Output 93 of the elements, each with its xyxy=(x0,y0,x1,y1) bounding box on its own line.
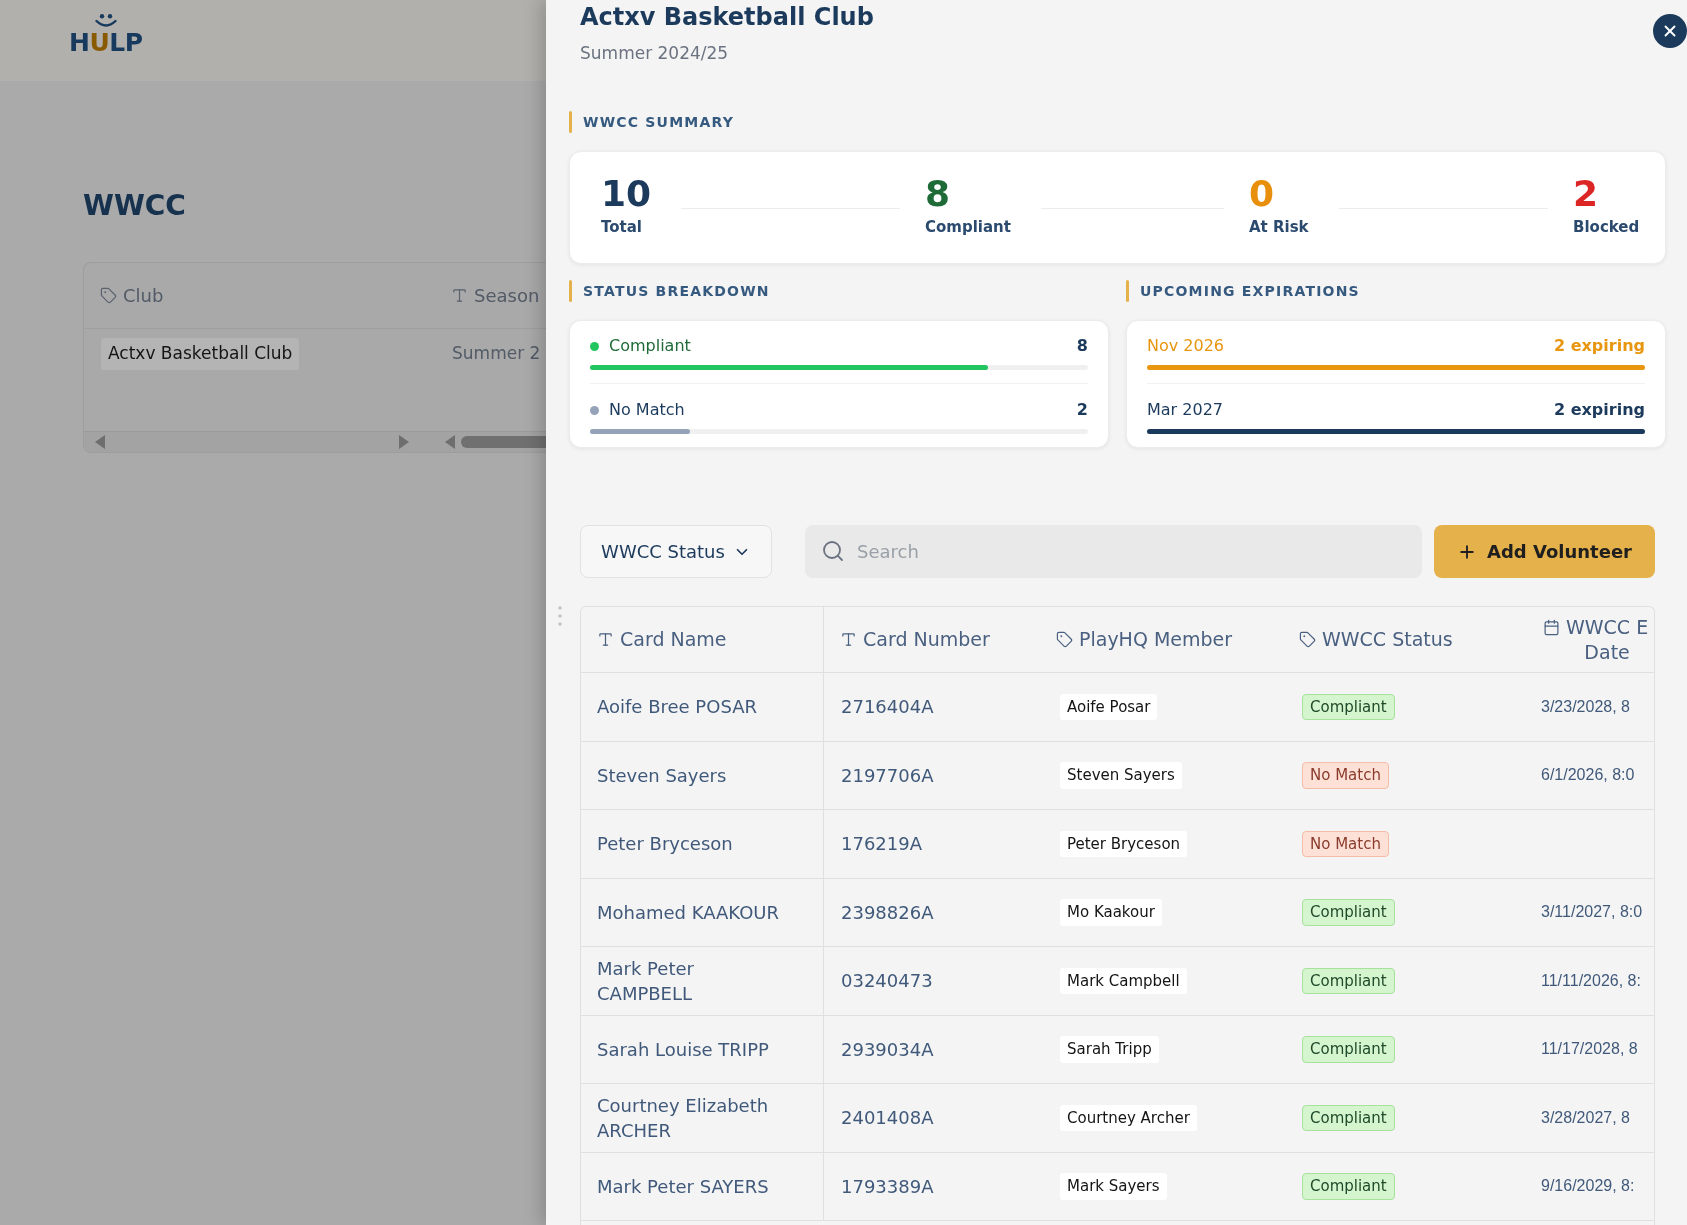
status-badge: No Match xyxy=(1302,762,1389,789)
card-number: 03240473 xyxy=(841,969,933,994)
card-number: 2401408A xyxy=(841,1106,934,1131)
club-chip: Actxv Basketball Club xyxy=(101,338,300,370)
status-count: 8 xyxy=(1076,335,1088,357)
expiring-count: 2 expiring xyxy=(1553,399,1645,421)
expiry-date: 3/11/2027, 8:0 xyxy=(1541,902,1643,923)
status-badge: Compliant xyxy=(1302,899,1395,926)
letter-t-icon xyxy=(451,287,468,304)
section-heading: STATUS BREAKDOWN xyxy=(583,281,770,301)
accent-bar xyxy=(1126,280,1129,302)
drawer-subtitle: Summer 2024/25 xyxy=(580,42,730,65)
tag-icon xyxy=(1056,631,1073,648)
stat-value: 0 xyxy=(1249,174,1275,214)
season-text: Summer 2 xyxy=(452,343,541,363)
scrollbar-thumb[interactable] xyxy=(461,436,546,448)
member-chip: Courtney Archer xyxy=(1060,1104,1197,1131)
expiry-date: 11/17/2028, 8 xyxy=(1541,1039,1638,1060)
column-header: WWCC E Date xyxy=(1566,614,1649,665)
stat-label: Blocked xyxy=(1573,217,1640,237)
page-title: WWCC xyxy=(83,189,187,223)
card-number: 2939034A xyxy=(841,1037,934,1062)
expiry-date: 3/23/2028, 8 xyxy=(1541,696,1630,717)
card-number: 2716404A xyxy=(841,695,934,720)
card-name: Mark Peter CAMPBELL xyxy=(597,956,695,1006)
tag-icon xyxy=(1299,631,1316,648)
expiring-count: 2 expiring xyxy=(1553,335,1645,357)
card-name: Mohamed KAAKOUR xyxy=(597,900,780,925)
accent-bar xyxy=(569,280,572,302)
calendar-icon xyxy=(1543,618,1560,636)
drag-handle-icon[interactable] xyxy=(558,606,562,626)
card-number: 2398826A xyxy=(841,900,934,925)
expiry-date: 9/16/2029, 8: xyxy=(1541,1176,1635,1197)
status-badge: Compliant xyxy=(1302,1036,1395,1063)
card-name: Courtney Elizabeth ARCHER xyxy=(597,1093,770,1143)
letter-t-icon xyxy=(840,631,857,648)
card-number: 2197706A xyxy=(841,763,934,788)
status-label: Compliant xyxy=(609,335,691,357)
member-chip: Mark Campbell xyxy=(1060,967,1187,994)
status-badge: Compliant xyxy=(1302,967,1395,994)
add-volunteer-button[interactable]: Add Volunteer xyxy=(1434,525,1655,578)
card-name: Mark Peter SAYERS xyxy=(597,1174,769,1199)
drawer-title: Actxv Basketball Club xyxy=(580,2,875,32)
column-header: Season xyxy=(474,284,540,308)
triangle-left-icon[interactable] xyxy=(95,435,105,449)
card-number: 1793389A xyxy=(841,1174,934,1199)
logo-wordmark: HULP xyxy=(69,30,143,56)
search-field[interactable]: Search xyxy=(805,525,1422,578)
member-chip: Mo Kaakour xyxy=(1060,899,1162,926)
column-header: Card Name xyxy=(620,627,727,652)
card-name: Aoife Bree POSAR xyxy=(597,695,757,720)
stat-label: Total xyxy=(601,217,642,237)
column-header: PlayHQ Member xyxy=(1079,627,1233,652)
card-name: Steven Sayers xyxy=(597,763,727,788)
stat-value: 8 xyxy=(925,174,951,214)
accent-bar xyxy=(569,111,572,133)
card-number: 176219A xyxy=(841,832,923,857)
search-icon xyxy=(821,539,845,563)
column-header: Club xyxy=(123,284,164,308)
triangle-right-icon[interactable] xyxy=(399,435,409,449)
member-chip: Sarah Tripp xyxy=(1060,1036,1159,1063)
close-icon xyxy=(1661,22,1679,40)
section-heading: UPCOMING EXPIRATIONS xyxy=(1140,281,1360,301)
section-heading: WWCC SUMMARY xyxy=(583,112,734,132)
stat-value: 2 xyxy=(1573,174,1599,214)
stat-label: At Risk xyxy=(1249,217,1309,237)
tag-icon xyxy=(100,287,117,304)
column-header: WWCC Status xyxy=(1322,627,1453,652)
stat-value: 10 xyxy=(601,174,652,214)
expiry-date: 11/11/2026, 8: xyxy=(1541,970,1641,991)
card-name: Peter Bryceson xyxy=(597,832,733,857)
stat-label: Compliant xyxy=(925,217,1011,237)
status-badge: Compliant xyxy=(1302,1173,1395,1200)
status-count: 2 xyxy=(1076,399,1088,421)
smile-icon xyxy=(94,14,117,28)
triangle-left-icon[interactable] xyxy=(445,435,455,449)
expiry-month: Mar 2027 xyxy=(1147,399,1223,421)
status-badge: Compliant xyxy=(1302,1104,1395,1131)
column-header: Card Number xyxy=(863,627,990,652)
expiry-date: 3/28/2027, 8 xyxy=(1541,1107,1630,1128)
status-filter-dropdown[interactable]: WWCC Status xyxy=(580,525,772,578)
card-name: Sarah Louise TRIPP xyxy=(597,1037,769,1062)
member-chip: Mark Sayers xyxy=(1060,1173,1167,1200)
member-chip: Steven Sayers xyxy=(1060,762,1182,789)
member-chip: Peter Bryceson xyxy=(1060,830,1188,857)
expiry-month: Nov 2026 xyxy=(1147,335,1225,357)
status-badge: Compliant xyxy=(1302,693,1395,720)
status-badge: No Match xyxy=(1302,830,1389,857)
member-chip: Aoife Posar xyxy=(1060,693,1158,720)
close-button[interactable] xyxy=(1653,14,1687,48)
letter-t-icon xyxy=(597,631,614,648)
status-label: No Match xyxy=(609,399,685,421)
expiry-date: 6/1/2026, 8:0 xyxy=(1541,765,1635,786)
